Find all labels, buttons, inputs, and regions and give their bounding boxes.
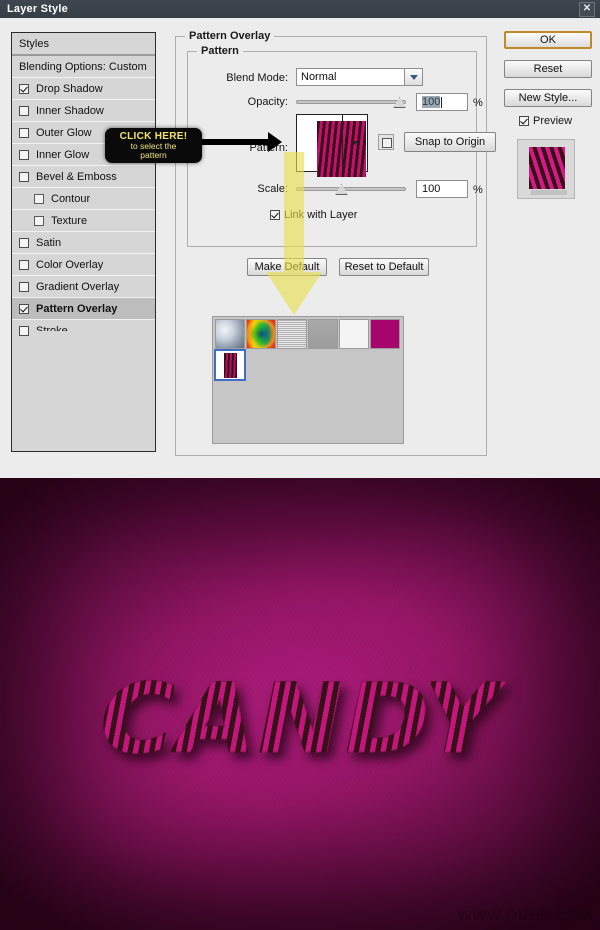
sidebar-item-color-overlay[interactable]: Color Overlay [12,254,155,276]
sidebar-item-label: Pattern Overlay [36,302,118,315]
sidebar-item-contour[interactable]: Contour [12,188,155,210]
pattern-group-title: Pattern [197,45,243,57]
checkbox-contour[interactable] [34,193,44,204]
sidebar-item-pattern-overlay[interactable]: Pattern Overlay [12,298,155,320]
reset-label: Reset [533,63,563,75]
sidebar-item-label: Satin [36,236,62,249]
checkbox-preview[interactable] [519,116,529,126]
checkbox-bevel-emboss[interactable] [19,171,29,182]
chevron-down-icon[interactable] [404,68,423,86]
blend-mode-select[interactable]: Normal [296,68,423,86]
sidebar-item-label: Outer Glow [36,126,92,139]
checkbox-inner-glow[interactable] [19,149,29,160]
pattern-swatch-gray[interactable] [308,319,338,349]
callout-line-1: CLICK HERE! [119,130,188,142]
sidebar-item-label: Inner Glow [36,148,90,161]
pattern-group: Pattern Blend Mode: Normal Opacity: 100 … [187,45,496,247]
checkbox-pattern-overlay[interactable] [19,303,29,314]
pattern-swatch-row [215,319,401,349]
blend-mode-value: Normal [301,71,337,83]
checkbox-stroke[interactable] [19,325,29,336]
scale-unit: % [473,184,483,196]
reset-button[interactable]: Reset [504,60,592,78]
sidebar-item-blending-options[interactable]: Blending Options: Custom [12,56,155,78]
checkbox-gradient-overlay[interactable] [19,281,29,292]
preview-shadow [531,190,567,195]
candy-artwork-image: CANDY WWW.OUHE.COM [0,478,600,930]
style-preview-box [517,139,575,199]
sidebar-item-satin[interactable]: Satin [12,232,155,254]
sidebar-item-texture[interactable]: Texture [12,210,155,232]
blend-mode-label: Blend Mode: [226,72,288,84]
callout-arrow-head-icon [268,132,282,152]
opacity-unit: % [473,97,483,109]
new-style-button[interactable]: New Style... [504,89,592,107]
blending-options-label: Blending Options: Custom [19,60,147,73]
pattern-swatch-row [214,349,246,381]
sidebar-item-label: Inner Shadow [36,104,104,117]
sidebar-item-label: Gradient Overlay [36,280,120,293]
pattern-swatch-clouds[interactable] [215,319,245,349]
pattern-swatch-rainbow[interactable] [246,319,276,349]
reset-to-default-button[interactable]: Reset to Default [339,258,429,276]
snap-to-origin-label: Snap to Origin [414,136,486,148]
big-down-arrow-icon [266,152,322,315]
pattern-swatch-fine-lines[interactable] [277,319,307,349]
pattern-swatch-white[interactable] [339,319,369,349]
snap-to-origin-button[interactable]: Snap to Origin [404,132,496,152]
ok-label: OK [540,34,556,46]
opacity-value: 100 [422,96,441,108]
watermark: WWW.OUHE.COM [457,907,592,924]
styles-header-label: Styles [19,37,49,50]
callout-line-3: pattern [140,150,167,160]
opacity-slider[interactable] [296,100,406,104]
sidebar-item-drop-shadow[interactable]: Drop Shadow [12,78,155,100]
close-icon[interactable]: ✕ [579,2,595,17]
styles-list-filler [12,331,155,451]
checkbox-outer-glow[interactable] [19,127,29,138]
sidebar-item-label: Bevel & Emboss [36,170,117,183]
click-here-callout: CLICK HERE! to select the pattern [105,128,202,163]
ok-button[interactable]: OK [504,31,592,49]
checkbox-texture[interactable] [34,215,44,226]
scale-input[interactable]: 100 [416,180,468,198]
sidebar-item-gradient-overlay[interactable]: Gradient Overlay [12,276,155,298]
dialog-title: Layer Style [7,3,68,15]
checkbox-satin[interactable] [19,237,29,248]
pattern-swatch-grid[interactable] [212,316,404,444]
callout-arrow-line [196,139,276,145]
checkbox-inner-shadow[interactable] [19,105,29,116]
layer-style-dialog: Layer Style ✕ Styles Blending Options: C… [0,0,600,478]
sidebar-item-label: Color Overlay [36,258,104,271]
dialog-titlebar: Layer Style ✕ [0,0,600,18]
pattern-swatch-magenta[interactable] [370,319,400,349]
preview-swatch [529,147,565,189]
styles-list-panel: Styles Blending Options: Custom Drop Sha… [11,32,156,452]
checkbox-drop-shadow[interactable] [19,83,29,94]
styles-list-header[interactable]: Styles [12,33,155,56]
pattern-swatch-candy-stripe[interactable] [214,349,246,381]
reset-to-default-label: Reset to Default [344,261,424,273]
opacity-input[interactable]: 100 [416,93,468,111]
sidebar-item-label: Contour [51,192,91,205]
candy-text: CANDY [0,662,600,775]
preview-label: Preview [533,115,573,127]
opacity-label: Opacity: [247,96,288,108]
sidebar-item-label: Drop Shadow [36,82,103,95]
sidebar-item-label: Texture [51,214,88,227]
scale-value: 100 [422,183,441,195]
checkbox-color-overlay[interactable] [19,259,29,270]
pattern-dropdown-arrow-icon[interactable] [342,115,367,171]
pattern-overlay-group-title: Pattern Overlay [185,30,275,42]
preview-row[interactable]: Preview [519,115,572,127]
pattern-new-preset-icon[interactable] [378,134,394,150]
new-style-label: New Style... [518,92,578,104]
sidebar-item-bevel-emboss[interactable]: Bevel & Emboss [12,166,155,188]
sidebar-item-inner-shadow[interactable]: Inner Shadow [12,100,155,122]
